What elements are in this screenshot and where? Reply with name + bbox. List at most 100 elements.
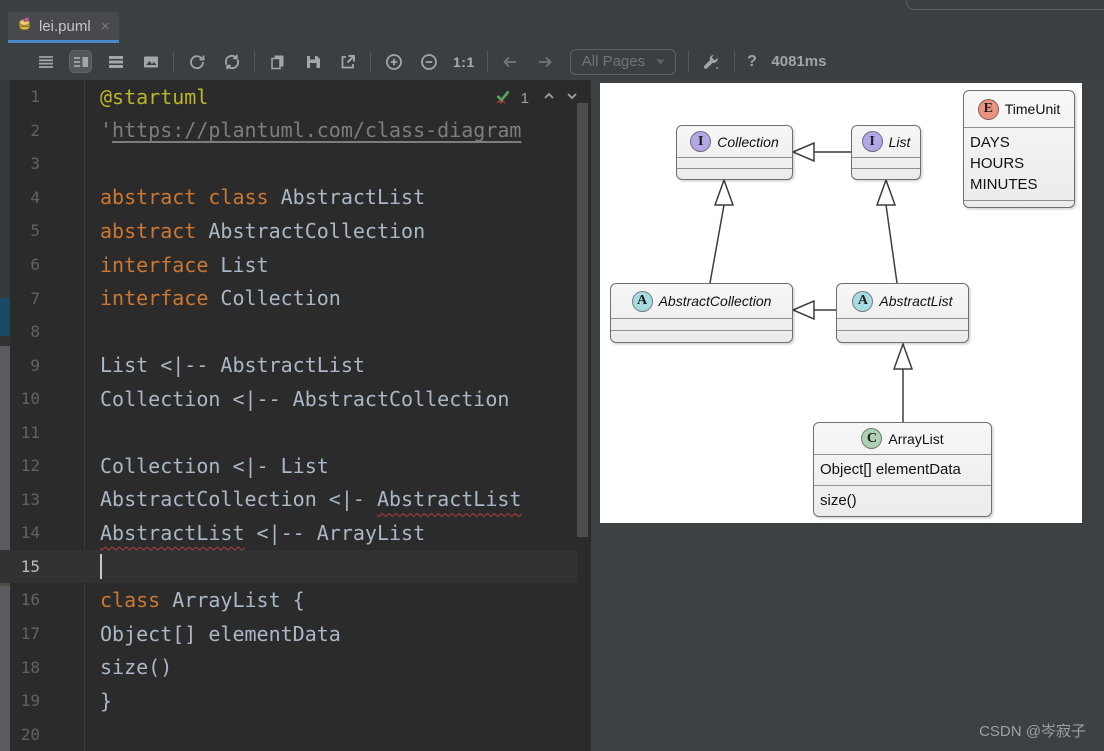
line-text	[100, 553, 102, 579]
line-text: AbstractList <|-- ArrayList	[100, 521, 425, 545]
csdn-watermark: CSDN @岑寂子	[979, 720, 1086, 741]
copy-diagram-icon[interactable]	[267, 51, 288, 72]
uml-empty-section	[964, 200, 1074, 208]
line-text: abstract class AbstractList	[100, 185, 425, 209]
uml-class-title: A AbstractCollection	[611, 284, 792, 318]
line-number: 20	[0, 725, 40, 744]
code-editor-pane[interactable]: 1 @startuml 2'https://plantuml.com/class-d…	[0, 80, 591, 751]
line-text: abstract AbstractCollection	[100, 219, 425, 243]
uml-class-name: TimeUnit	[1005, 101, 1061, 117]
refresh-icon[interactable]	[186, 51, 207, 72]
code-line-14[interactable]: 14 AbstractList <|-- ArrayList	[0, 516, 577, 550]
split-view-icon[interactable]	[70, 51, 91, 72]
line-number: 13	[0, 490, 40, 509]
render-time[interactable]: 4081ms	[771, 53, 826, 70]
code-line-10[interactable]: 10Collection <|-- AbstractCollection	[0, 382, 577, 416]
actual-size[interactable]: 1:1	[453, 54, 475, 70]
code-line-1[interactable]: 1 @startuml	[0, 80, 577, 114]
uml-empty-section	[852, 168, 920, 179]
toolbar-separator	[173, 51, 174, 72]
open-external-icon[interactable]	[337, 51, 358, 72]
uml-enum-timeunit: ETimeUnitDAYSHOURSMINUTES	[963, 90, 1075, 208]
interface-stereotype-icon: I	[862, 131, 883, 152]
line-text: interface Collection	[100, 286, 341, 310]
code-line-13[interactable]: 13AbstractCollection <|- AbstractList	[0, 483, 577, 517]
code-line-20[interactable]: 20	[0, 717, 577, 751]
back-icon[interactable]	[500, 51, 521, 72]
line-number: 15	[0, 557, 40, 576]
uml-class-title: I List	[852, 126, 920, 157]
uml-class-name: Collection	[717, 134, 778, 150]
code-line-2[interactable]: 2'https://plantuml.com/class-diagram	[0, 114, 577, 148]
code-line-12[interactable]: 12 Collection <|- List	[0, 449, 577, 483]
image-view-icon[interactable]	[140, 51, 161, 72]
uml-class-name: AbstractCollection	[659, 293, 772, 309]
code-line-3[interactable]: 3	[0, 147, 577, 181]
uml-class-title: ICollection	[677, 126, 792, 157]
uml-empty-section	[852, 157, 920, 168]
zoom-out-icon[interactable]	[418, 51, 439, 72]
code-line-17[interactable]: 17Object[] elementData	[0, 617, 577, 651]
line-text: interface List	[100, 253, 269, 277]
abstract-stereotype-icon: A	[632, 291, 653, 312]
inspection-widget[interactable]: 1	[494, 87, 579, 110]
zoom-in-icon[interactable]	[383, 51, 404, 72]
class-stereotype-icon: C	[861, 428, 882, 449]
uml-class-title: AAbstractList	[837, 284, 968, 318]
tab-close-icon[interactable]: ×	[101, 19, 110, 34]
line-number: 19	[0, 691, 40, 710]
code-line-7[interactable]: 7interface Collection	[0, 281, 577, 315]
save-diagram-icon[interactable]	[302, 51, 323, 72]
uml-empty-section	[837, 330, 968, 342]
line-text: Collection <|- List	[100, 454, 329, 478]
code-line-5[interactable]: 5abstract AbstractCollection	[0, 214, 577, 248]
editor-view-icon[interactable]	[35, 51, 56, 72]
line-text: }	[100, 689, 112, 713]
typo-check-icon	[494, 87, 512, 110]
line-number: 1	[0, 87, 40, 106]
line-text: Object[] elementData	[100, 622, 341, 646]
diagram-preview-pane: ICollectionIListETimeUnitDAYSHOURSMINUTE…	[591, 80, 1104, 751]
uml-abstract-abstractlist: AAbstractList	[836, 283, 969, 343]
code-line-6[interactable]: 6interface List	[0, 248, 577, 282]
editor-tab-bar: lei.puml ×	[0, 12, 1104, 43]
code-line-19[interactable]: 19}	[0, 684, 577, 718]
pages-dropdown[interactable]: All Pages	[570, 49, 676, 75]
code-line-11[interactable]: 11	[0, 415, 577, 449]
toolbar-separator	[254, 51, 255, 72]
line-text: List <|-- AbstractList	[100, 353, 365, 377]
preview-view-icon[interactable]	[105, 51, 126, 72]
uml-empty-section	[677, 157, 792, 168]
line-number: 18	[0, 658, 40, 677]
uml-class-title: E TimeUnit	[964, 91, 1074, 127]
code-line-4[interactable]: 4abstract class AbstractList	[0, 181, 577, 215]
line-number: 12	[0, 456, 40, 475]
plantuml-file-icon	[17, 16, 32, 36]
tab-lei-puml[interactable]: lei.puml ×	[8, 12, 119, 43]
uml-empty-section	[611, 330, 792, 342]
uml-class-name: List	[889, 134, 911, 150]
uml-interface-collection: ICollection	[676, 125, 793, 180]
uml-diagram-canvas: ICollectionIListETimeUnitDAYSHOURSMINUTE…	[600, 83, 1082, 523]
line-number: 14	[0, 523, 40, 542]
code-line-9[interactable]: 9 List <|-- AbstractList	[0, 348, 577, 382]
enum-stereotype-icon: E	[978, 99, 999, 120]
uml-interface-list: I List	[851, 125, 921, 180]
code-lines: 1 @startuml 2'https://plantuml.com/class-d…	[0, 80, 577, 751]
prev-problem-icon[interactable]	[542, 89, 556, 108]
code-line-8[interactable]: 8	[0, 315, 577, 349]
forward-icon[interactable]	[535, 51, 556, 72]
code-line-18[interactable]: 18size()	[0, 650, 577, 684]
problem-count: 1	[521, 90, 529, 107]
line-text: @startuml	[100, 85, 208, 109]
settings-icon[interactable]	[701, 51, 722, 72]
code-line-15[interactable]: 15	[0, 550, 577, 584]
help-icon[interactable]: ?	[747, 53, 757, 71]
line-number: 9	[0, 356, 40, 375]
reload-now-icon[interactable]	[221, 51, 242, 72]
uml-members-section: size()	[814, 485, 991, 516]
code-line-16[interactable]: 16class ArrayList {	[0, 583, 577, 617]
plantuml-preview-toolbar: 1:1 All Pages? 4081ms	[0, 43, 1104, 80]
toolbar-separator	[370, 51, 371, 72]
editor-scrollbar[interactable]	[577, 103, 588, 537]
